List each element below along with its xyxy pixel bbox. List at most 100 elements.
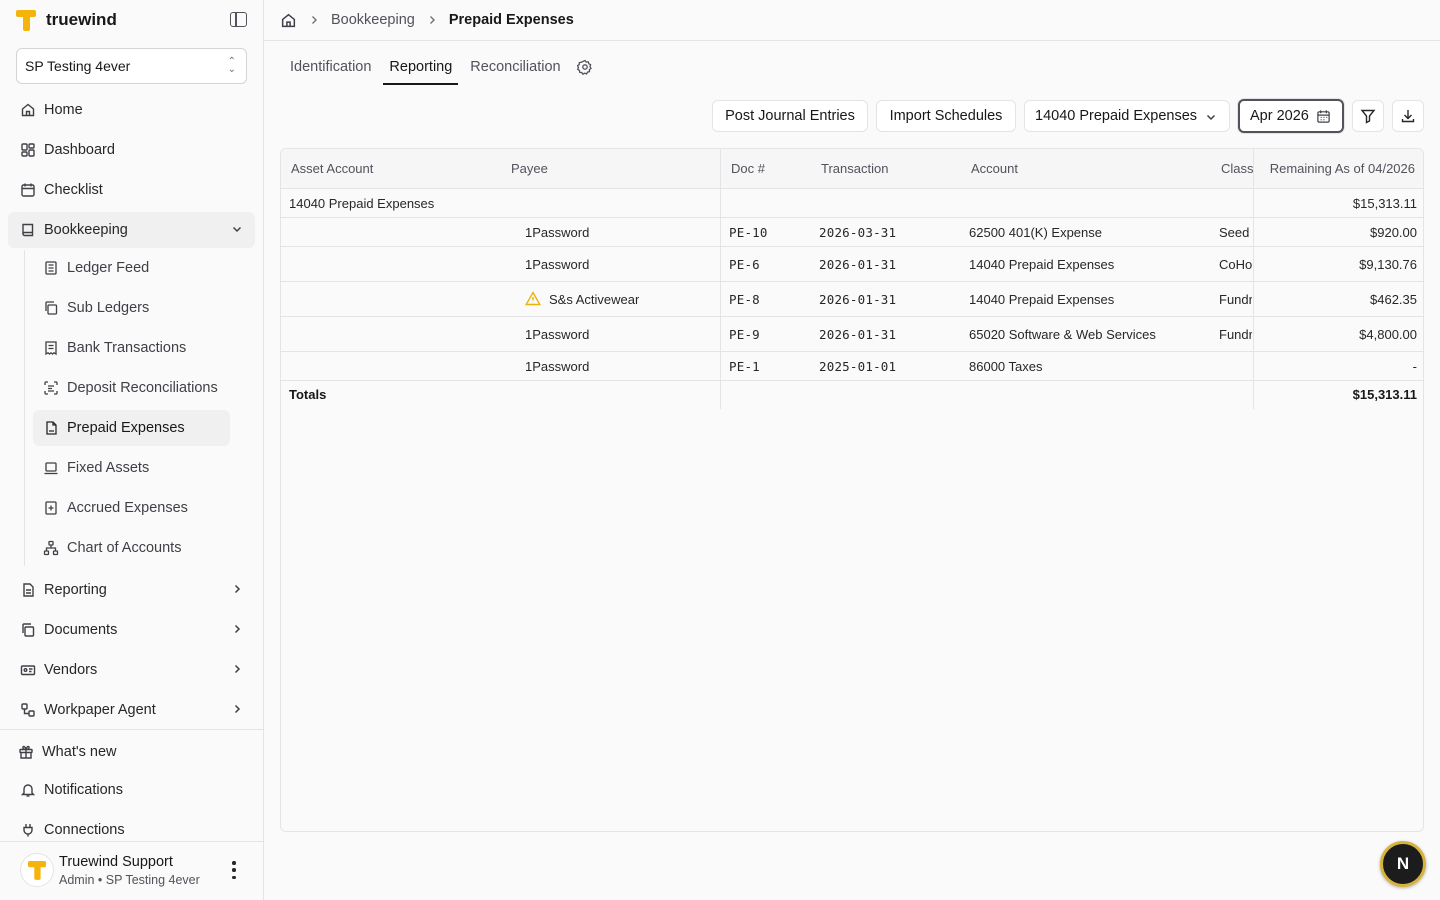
home-icon[interactable] <box>280 12 297 29</box>
header-transaction[interactable]: Transaction <box>821 161 888 176</box>
nav-checklist[interactable]: Checklist <box>8 172 255 208</box>
cell-doc[interactable]: PE-8 <box>729 292 760 307</box>
cell-account: 14040 Prepaid Expenses <box>969 257 1115 272</box>
chevron-right-icon <box>308 14 320 26</box>
cell-class: Fundraising <box>1219 292 1252 307</box>
cell-account: 65020 Software & Web Services <box>969 327 1156 342</box>
header-remaining[interactable]: Remaining As of 04/2026 <box>1270 161 1415 176</box>
tab-identification[interactable]: Identification <box>284 52 377 85</box>
nav-bookkeeping[interactable]: Bookkeeping <box>8 212 255 248</box>
sidebar-item-sub-ledgers[interactable]: Sub Ledgers <box>33 290 230 326</box>
table-row[interactable]: 1Password PE-6 2026-01-31 14040 Prepaid … <box>281 247 1423 282</box>
cell-payee: 1Password <box>525 327 590 342</box>
user-role: Admin • SP Testing 4ever <box>59 873 200 887</box>
nav-dashboard[interactable]: Dashboard <box>8 132 255 168</box>
cell-doc[interactable]: PE-6 <box>729 257 760 272</box>
nav-notifications-label: Notifications <box>44 782 123 798</box>
sidebar-item-label: Bank Transactions <box>67 340 187 356</box>
nav-reporting[interactable]: Reporting <box>8 572 255 608</box>
header-payee[interactable]: Payee <box>511 161 548 176</box>
cell-class: Fundraising <box>1219 327 1252 342</box>
files-icon <box>20 622 36 638</box>
cell-transaction: 2026-01-31 <box>819 257 897 272</box>
sidebar-item-label: Fixed Assets <box>67 460 150 476</box>
table-row[interactable]: 1Password PE-1 2025-01-01 86000 Taxes - <box>281 352 1423 381</box>
cell-transaction: 2026-01-31 <box>819 327 897 342</box>
chevron-right-icon <box>231 623 243 639</box>
cell-transaction: 2026-01-31 <box>819 292 897 307</box>
calendar-check-icon <box>20 182 36 198</box>
more-vertical-icon[interactable] <box>230 861 238 879</box>
org-selector[interactable]: SP Testing 4ever ⌃ ⌄ <box>16 48 247 84</box>
group-row[interactable]: 14040 Prepaid Expenses $15,313.11 <box>281 189 1423 218</box>
dashboard-icon <box>20 142 36 158</box>
sidebar-item-bank-transactions[interactable]: Bank Transactions <box>33 330 230 366</box>
tab-reconciliation[interactable]: Reconciliation <box>464 52 566 85</box>
nav-vendors[interactable]: Vendors <box>8 652 255 688</box>
cell-doc[interactable]: PE-9 <box>729 327 760 342</box>
nav-workpaper-agent-label: Workpaper Agent <box>44 702 156 718</box>
account-select[interactable]: 14040 Prepaid Expenses <box>1024 100 1230 132</box>
nav-whats-new[interactable]: What's new <box>8 734 255 770</box>
nav-home[interactable]: Home <box>8 92 255 128</box>
sidebar-item-chart-of-accounts[interactable]: Chart of Accounts <box>33 530 230 566</box>
id-card-icon <box>20 662 36 678</box>
header-class[interactable]: Class <box>1221 161 1253 176</box>
header-doc[interactable]: Doc # <box>731 161 765 176</box>
tab-reporting[interactable]: Reporting <box>383 52 459 85</box>
chevron-right-icon <box>231 583 243 599</box>
table-row[interactable]: 1Password PE-10 2026-03-31 62500 401(K) … <box>281 218 1423 247</box>
prepaid-expenses-table: Asset Account Payee Doc # Transaction Ac… <box>280 148 1424 832</box>
truewind-logo-icon <box>16 9 36 31</box>
nav-notifications[interactable]: Notifications <box>8 772 255 808</box>
header-account[interactable]: Account <box>971 161 1018 176</box>
chevrons-up-down-icon: ⌃ ⌄ <box>227 56 236 75</box>
period-picker[interactable]: Apr 2026 <box>1238 99 1344 133</box>
sidebar-item-ledger-feed[interactable]: Ledger Feed <box>33 250 230 286</box>
user-profile[interactable]: Truewind Support Admin • SP Testing 4eve… <box>20 853 250 889</box>
sidebar-toggle-icon[interactable] <box>230 12 247 27</box>
sidebar-item-deposit-reconciliations[interactable]: Deposit Reconciliations <box>33 370 230 406</box>
sidebar: truewind SP Testing 4ever ⌃ ⌄ Home Dashbo… <box>0 0 264 900</box>
sidebar-item-prepaid-expenses[interactable]: Prepaid Expenses <box>33 410 230 446</box>
table-row[interactable]: 1Password PE-9 2026-01-31 65020 Software… <box>281 317 1423 352</box>
cell-remaining: $920.00 <box>1370 225 1417 240</box>
breadcrumb-bookkeeping[interactable]: Bookkeeping <box>331 12 415 28</box>
group-remaining: $15,313.11 <box>1352 196 1417 211</box>
cell-account: 14040 Prepaid Expenses <box>969 292 1115 307</box>
download-button[interactable] <box>1392 100 1424 132</box>
cell-remaining: $4,800.00 <box>1359 327 1417 342</box>
cell-payee: 1Password <box>525 257 590 272</box>
nav-vendors-label: Vendors <box>44 662 98 678</box>
gear-icon[interactable] <box>576 52 593 80</box>
assistant-launcher-button[interactable]: N <box>1380 841 1426 887</box>
assistant-launcher-label: N <box>1396 854 1410 873</box>
nav-workpaper-agent[interactable]: Workpaper Agent <box>8 692 255 728</box>
file-text-icon <box>20 582 36 598</box>
nav-documents[interactable]: Documents <box>8 612 255 648</box>
nav-home-label: Home <box>44 102 83 118</box>
cell-account: 86000 Taxes <box>969 359 1043 374</box>
nav-reporting-label: Reporting <box>44 582 107 598</box>
post-journal-entries-button[interactable]: Post Journal Entries <box>712 100 868 132</box>
sidebar-item-accrued-expenses[interactable]: Accrued Expenses <box>33 490 230 526</box>
period-value: Apr 2026 <box>1250 108 1309 124</box>
chevron-down-icon <box>1205 111 1217 127</box>
tab-bar: Identification Reporting Reconciliation <box>280 52 593 85</box>
sidebar-item-fixed-assets[interactable]: Fixed Assets <box>33 450 230 486</box>
cell-doc[interactable]: PE-1 <box>729 359 760 374</box>
cell-remaining: $462.35 <box>1370 292 1417 307</box>
brand[interactable]: truewind <box>16 8 117 32</box>
network-icon <box>43 540 59 556</box>
filter-button[interactable] <box>1352 100 1384 132</box>
header-asset-account[interactable]: Asset Account <box>291 161 373 176</box>
chevron-right-icon <box>426 14 438 26</box>
import-schedules-button[interactable]: Import Schedules <box>876 100 1016 132</box>
ledger-icon <box>43 260 59 276</box>
totals-label: Totals <box>289 387 327 402</box>
table-row[interactable]: S&s Activewear PE-8 2026-01-31 14040 Pre… <box>281 282 1423 317</box>
chevron-down-icon <box>231 223 243 239</box>
nav-connections[interactable]: Connections <box>8 812 255 848</box>
cell-doc[interactable]: PE-10 <box>729 225 768 240</box>
cell-transaction: 2026-03-31 <box>819 225 897 240</box>
